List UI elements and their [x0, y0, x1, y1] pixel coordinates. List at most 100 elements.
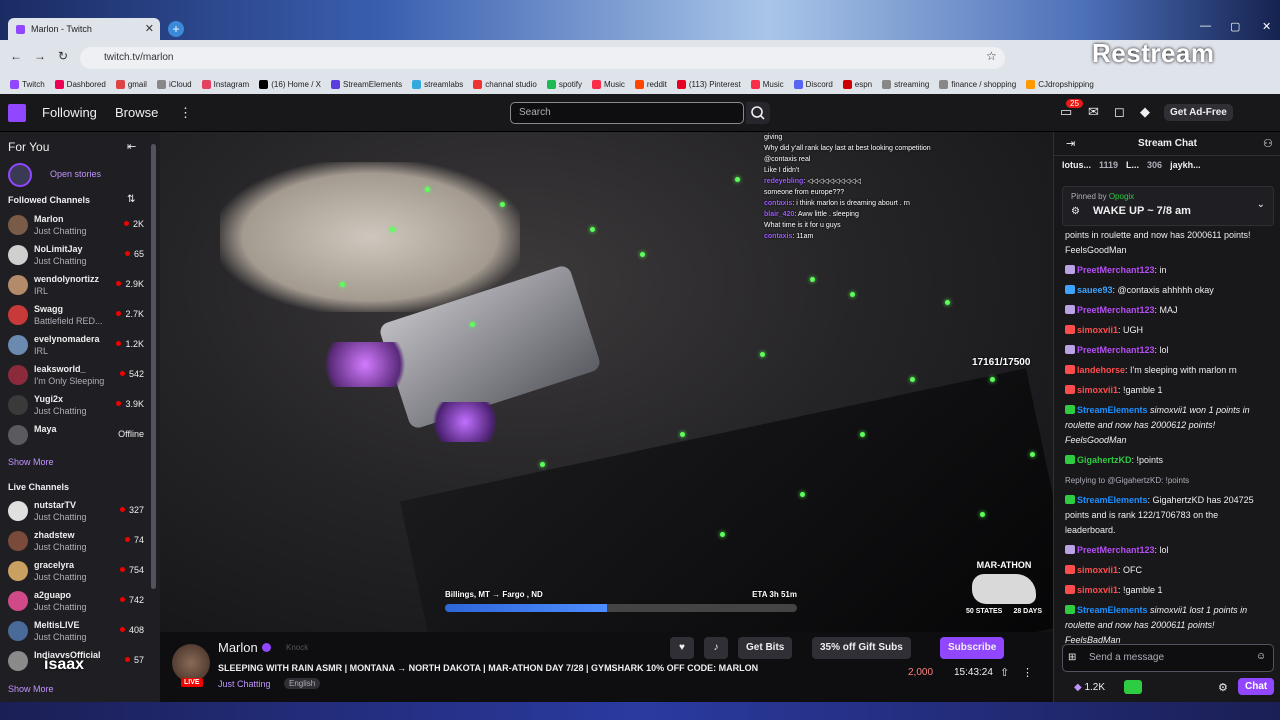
bookmark-item[interactable]: Twitch [10, 79, 45, 89]
mail-icon[interactable]: ✉ [1088, 104, 1099, 120]
streamer-avatar[interactable] [172, 644, 210, 682]
stories-avatar[interactable] [8, 163, 32, 187]
back-icon[interactable]: ← [10, 49, 22, 63]
chat-send-button[interactable]: Chat [1238, 678, 1275, 695]
bookmark-item[interactable]: espn [842, 79, 872, 89]
more-menu-icon[interactable]: ⋮ [179, 105, 192, 121]
chat-username[interactable]: GigahertzKD [1077, 455, 1132, 465]
get-ad-free-button[interactable]: Get Ad-Free [1164, 104, 1233, 121]
following-link[interactable]: Following [42, 105, 97, 120]
follow-heart-icon[interactable]: ♥ [670, 637, 694, 659]
sidebar-channel[interactable]: nutstarTV Just Chatting 327 [8, 498, 144, 526]
bookmark-star-icon[interactable]: ☆ [986, 49, 997, 63]
leaderboard-entry[interactable]: 306 [1147, 160, 1162, 170]
bookmark-item[interactable]: streaming [882, 79, 929, 89]
chat-message[interactable]: landehorse: I'm sleeping with marlon rn [1065, 363, 1270, 378]
search-button[interactable] [746, 102, 770, 124]
bonus-claim-icon[interactable] [1124, 680, 1142, 694]
show-more-followed[interactable]: Show More [8, 457, 54, 467]
bookmark-item[interactable]: iCloud [156, 79, 192, 89]
bookmark-item[interactable]: Music [750, 79, 784, 89]
subscribe-button[interactable]: Subscribe [940, 637, 1005, 659]
collapse-sidebar-icon[interactable]: ⇤ [127, 140, 136, 153]
bookmark-item[interactable]: CJdropshipping [1026, 79, 1094, 89]
url-field[interactable]: twitch.tv/marlon [80, 47, 1005, 69]
bookmark-item[interactable]: streamlabs [412, 79, 463, 89]
open-stories-link[interactable]: Open stories [50, 169, 101, 179]
bookmark-item[interactable]: spotify [546, 79, 582, 89]
leaderboard-entry[interactable]: jaykh... [1170, 160, 1201, 170]
chat-settings-icon[interactable]: ⚙ [1218, 681, 1228, 694]
chat-message[interactable]: simoxvii1: !gamble 1 [1065, 383, 1270, 398]
chat-message[interactable]: points in roulette and now has 2000611 p… [1065, 228, 1270, 258]
chat-message[interactable]: PreetMerchant123: in [1065, 263, 1270, 278]
smile-icon[interactable]: ☺ [1256, 651, 1266, 662]
chat-username[interactable]: sauee93 [1077, 285, 1113, 295]
show-more-live[interactable]: Show More [8, 684, 54, 694]
chat-username[interactable]: simoxvii1 [1077, 385, 1118, 395]
chat-username[interactable]: simoxvii1 [1077, 565, 1118, 575]
chat-message[interactable]: PreetMerchant123: lol [1065, 343, 1270, 358]
sidebar-channel[interactable]: zhadstew Just Chatting 74 [8, 528, 144, 556]
notification-bell-icon[interactable]: ♪ [704, 637, 728, 659]
bookmark-item[interactable]: Discord [793, 79, 833, 89]
gift-subs-button[interactable]: 35% off Gift Subs [812, 637, 911, 659]
sidebar-channel[interactable]: Swagg Battlefield RED... 2.7K [8, 302, 144, 330]
bookmark-item[interactable]: Music [591, 79, 625, 89]
leaderboard-entry[interactable]: L... [1126, 160, 1139, 170]
sidebar-channel[interactable]: gracelyra Just Chatting 754 [8, 558, 144, 586]
share-icon[interactable]: ⇧ [1000, 666, 1009, 679]
browse-link[interactable]: Browse [115, 105, 158, 120]
bookmark-item[interactable]: channal studio [473, 79, 537, 89]
bookmark-item[interactable]: Instagram [201, 79, 249, 89]
sidebar-channel[interactable]: a2guapo Just Chatting 742 [8, 588, 144, 616]
search-input[interactable]: Search [510, 102, 744, 124]
chat-username[interactable]: StreamElements [1077, 605, 1148, 615]
chat-username[interactable]: StreamElements [1077, 495, 1148, 505]
expand-pinned-icon[interactable]: ⌄ [1257, 199, 1265, 210]
browser-tab[interactable]: Marlon - Twitch ✕ [8, 18, 160, 40]
chat-username[interactable]: simoxvii1 [1077, 585, 1118, 595]
crown-icon[interactable]: ◆ [1140, 104, 1150, 120]
chat-message[interactable]: StreamElements: GigahertzKD has 204725 p… [1065, 493, 1270, 538]
chat-message[interactable]: Replying to @GigahertzKD: !points [1065, 473, 1270, 488]
bookmark-item[interactable]: StreamElements [331, 79, 402, 89]
chat-message[interactable]: StreamElements simoxvii1 won 1 points in… [1065, 403, 1270, 448]
collapse-chat-icon[interactable]: ⇥ [1066, 137, 1075, 150]
chat-message[interactable]: simoxvii1: OFC [1065, 563, 1270, 578]
reload-icon[interactable]: ↻ [58, 49, 68, 63]
whispers-icon[interactable]: ◻ [1114, 104, 1125, 120]
more-options-icon[interactable]: ⋮ [1022, 666, 1033, 679]
chat-message[interactable]: StreamElements simoxvii1 lost 1 points i… [1065, 603, 1270, 648]
bookmark-item[interactable]: gmail [115, 79, 147, 89]
twitch-logo-icon[interactable] [8, 104, 26, 122]
bookmark-item[interactable]: reddit [634, 79, 667, 89]
chat-username[interactable]: landehorse [1077, 365, 1125, 375]
bookmark-item[interactable]: (16) Home / X [259, 79, 321, 89]
sort-icon[interactable]: ⇅ [127, 194, 135, 205]
sidebar-channel[interactable]: Marlon Just Chatting 2K [8, 212, 144, 240]
sidebar-channel[interactable]: NoLimitJay Just Chatting 65 [8, 242, 144, 270]
bookmark-item[interactable]: finance / shopping [939, 79, 1016, 89]
sidebar-channel[interactable]: Maya Offline [8, 422, 144, 450]
minimize-icon[interactable]: — [1200, 20, 1211, 32]
community-icon[interactable]: ⚇ [1263, 137, 1273, 150]
sidebar-channel[interactable]: Yugi2x Just Chatting 3.9K [8, 392, 144, 420]
sidebar-scrollbar[interactable] [151, 144, 156, 589]
sidebar-channel[interactable]: wendolynortizz IRL 2.9K [8, 272, 144, 300]
chat-username[interactable]: PreetMerchant123 [1077, 305, 1155, 315]
chat-message[interactable]: simoxvii1: !gamble 1 [1065, 583, 1270, 598]
knock-button[interactable]: Knock [286, 643, 308, 652]
sidebar-channel[interactable]: evelynomadera IRL 1.2K [8, 332, 144, 360]
chat-username[interactable]: simoxvii1 [1077, 325, 1118, 335]
chat-message[interactable]: GigahertzKD: !points [1065, 453, 1270, 468]
sidebar-channel[interactable]: MeltisLIVE Just Chatting 408 [8, 618, 144, 646]
video-player[interactable]: giving Why did y'all rank lacy last at b… [160, 132, 1053, 632]
close-window-icon[interactable]: ✕ [1262, 20, 1271, 33]
channel-points[interactable]: ◆ 1.2K [1074, 682, 1105, 693]
forward-icon[interactable]: → [34, 49, 46, 63]
chat-message[interactable]: sauee93: @contaxis ahhhhh okay [1065, 283, 1270, 298]
leaderboard-entry[interactable]: lotus... [1062, 160, 1091, 170]
sidebar-channel[interactable]: leaksworld_ I'm Only Sleeping 542 [8, 362, 144, 390]
pinned-message[interactable]: Pinned by Opogix ⚙ WAKE UP ~ 7/8 am ⌄ [1062, 186, 1274, 226]
